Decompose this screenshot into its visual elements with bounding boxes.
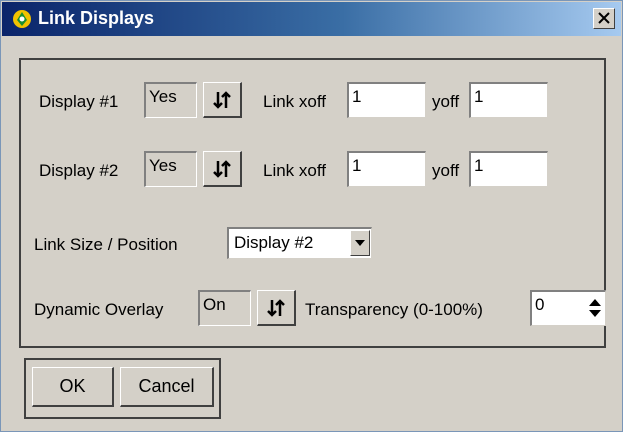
dropdown-button[interactable]: [350, 230, 370, 256]
display2-yoff-input[interactable]: 1: [469, 151, 548, 187]
dynamic-overlay-label: Dynamic Overlay: [34, 300, 164, 319]
display1-xoff-input[interactable]: 1: [347, 82, 426, 118]
spinner-arrows-icon[interactable]: [589, 299, 601, 317]
dialog-title: Link Displays: [38, 8, 155, 28]
close-button[interactable]: [593, 8, 615, 29]
display2-toggle-button[interactable]: [203, 151, 242, 187]
display1-label: Display #1: [39, 92, 119, 111]
link-size-label: Link Size / Position: [34, 235, 178, 254]
link-displays-dialog: Link Displays Display #1 Yes Link xoff 1…: [0, 0, 623, 432]
display1-value: Yes: [144, 82, 197, 118]
swap-arrows-icon: [213, 91, 231, 109]
transparency-spinner[interactable]: 0: [530, 290, 606, 326]
dynamic-overlay-value: On: [198, 290, 251, 326]
display1-toggle-button[interactable]: [203, 82, 242, 118]
dynamic-overlay-toggle-button[interactable]: [257, 290, 296, 326]
ok-button[interactable]: OK: [32, 367, 114, 407]
transparency-value: 0: [535, 295, 545, 314]
display2-xoff-input[interactable]: 1: [347, 151, 426, 187]
title-bar[interactable]: Link Displays: [2, 2, 621, 36]
cancel-button[interactable]: Cancel: [120, 367, 214, 407]
swap-arrows-icon: [213, 160, 231, 178]
display1-link-xoff-label: Link xoff: [263, 92, 327, 111]
app-logo-icon: [13, 10, 31, 28]
link-size-select[interactable]: Display #2: [227, 227, 372, 259]
swap-arrows-icon: [267, 299, 285, 317]
link-size-selected-value: Display #2: [234, 233, 314, 252]
display2-link-xoff-label: Link xoff: [263, 161, 327, 180]
display1-yoff-input[interactable]: 1: [469, 82, 548, 118]
display2-label: Display #2: [39, 161, 119, 180]
close-icon: [598, 12, 610, 24]
display2-yoff-label: yoff: [432, 161, 460, 180]
chevron-down-icon: [355, 240, 365, 246]
transparency-label: Transparency (0-100%): [305, 300, 483, 319]
display2-value: Yes: [144, 151, 197, 187]
display1-yoff-label: yoff: [432, 92, 460, 111]
